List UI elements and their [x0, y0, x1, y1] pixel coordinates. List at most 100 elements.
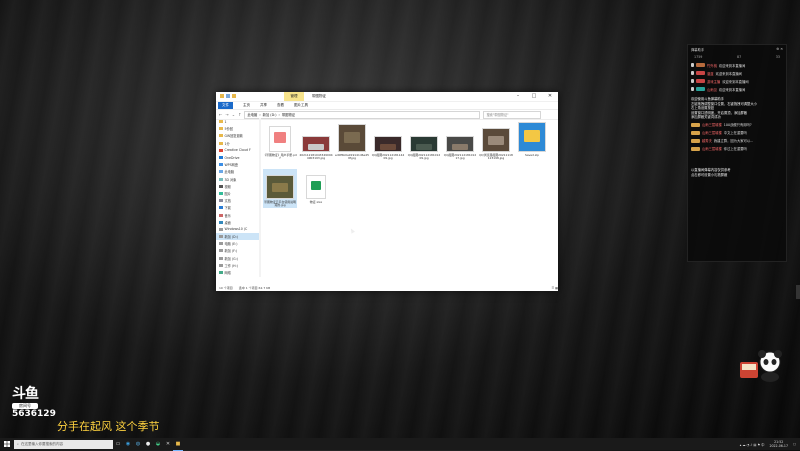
sidebar-item[interactable]: GW回复退款 — [216, 132, 260, 139]
sidebar-item-label: 文档 — [224, 199, 231, 204]
chat-username[interactable]: 游戏主播 — [707, 79, 720, 84]
close-icon[interactable]: ✕ — [780, 47, 783, 51]
checkmark-icon[interactable] — [226, 94, 230, 98]
navigation-pane[interactable]: 1 5份回 GW回复退款 1分 Creative Cloud F OneDrive WPS网… — [216, 118, 261, 277]
sidebar-item[interactable]: 下载 — [216, 204, 260, 211]
address-bar[interactable]: 此电脑 › 新加 (D:) › 带图物证 — [244, 110, 481, 119]
panda-mascot-icon — [740, 350, 782, 382]
crumb-drive[interactable]: 新加 (D:) — [263, 112, 277, 117]
chat-username[interactable]: 竹外桃 — [707, 63, 717, 68]
image-thumbnail — [482, 128, 510, 152]
sidebar-item[interactable]: 新加 (G:) — [216, 255, 260, 262]
address-bar-row: ← → ⌄ ↑ 此电脑 › 新加 (D:) › 带图物证 搜索"带图物证" — [216, 110, 558, 120]
sidebar-item[interactable]: 音乐 — [216, 211, 260, 218]
file-item[interactable]: 2021121810433490944903193.jpg — [299, 122, 333, 161]
sidebar-item[interactable]: Creative Cloud F — [216, 147, 260, 154]
file-explorer-taskbar-icon[interactable]: ■ — [173, 438, 183, 451]
file-item[interactable]: 带图物证云平台使用说明真的.jpg — [263, 169, 297, 208]
sidebar-item-label: 电脑 (E:) — [224, 242, 238, 247]
folder-icon[interactable] — [220, 94, 224, 98]
chat-username[interactable]: 山雨见 — [707, 87, 717, 92]
viewers-stat: 1759 — [694, 55, 703, 59]
search-input[interactable]: 搜索"带图物证" — [483, 110, 542, 119]
task-view-icon[interactable]: ▭ — [113, 438, 123, 450]
chrome-icon[interactable]: ◒ — [153, 438, 163, 450]
tab-view[interactable]: 查看 — [277, 103, 284, 108]
system-tray: ▴ ☁ ◔ ♪ ▤ ⚑ 中 21:52 2022-06-17 ▢ — [740, 438, 796, 450]
tray-icons[interactable]: ▴ ☁ ◔ ♪ ▤ ⚑ 中 — [740, 442, 765, 447]
close-button[interactable]: ✕ — [542, 92, 558, 101]
sidebar-item[interactable]: Windows10 (C — [216, 226, 260, 233]
edge-icon[interactable]: ◉ — [123, 438, 133, 450]
tab-home[interactable]: 主页 — [243, 103, 250, 108]
tab-file[interactable]: 文件 — [218, 102, 233, 109]
file-item[interactable]: 《带图物证》用户手册.pdf — [263, 122, 297, 161]
file-item[interactable]: QQ截图20211218101217.jpg — [443, 122, 477, 161]
drive-icon — [219, 256, 223, 260]
sidebar-item[interactable]: OneDrive — [216, 154, 260, 161]
file-list: 《带图物证》用户手册.pdf 2021121810433490944903193.… — [263, 122, 554, 272]
chat-username[interactable]: 越秀夫 — [702, 138, 712, 143]
chat-username[interactable]: 山雨三层城楼 — [702, 122, 722, 127]
network-icon — [219, 271, 223, 275]
app-icon[interactable]: ✕ — [163, 438, 173, 450]
file-item[interactable]: Saved.zip — [515, 122, 549, 157]
sidebar-item[interactable]: 新加 (F:) — [216, 247, 260, 254]
sidebar-item[interactable]: 3D 对象 — [216, 176, 260, 183]
notification-icon[interactable]: ▢ — [793, 442, 796, 446]
sidebar-item[interactable]: 新加 (D:) — [216, 233, 260, 241]
file-item[interactable]: ed0f6b0a919141d6e459f.jpg — [335, 122, 369, 161]
minimize-button[interactable]: – — [510, 92, 526, 101]
crumb-folder[interactable]: 带图物证 — [282, 112, 295, 117]
drive-icon — [219, 249, 223, 253]
forward-icon[interactable]: → — [225, 112, 228, 117]
chat-username[interactable]: 山雨三层城楼 — [702, 130, 722, 135]
right-edge-handle[interactable] — [796, 285, 800, 299]
maximize-button[interactable]: □ — [526, 92, 542, 101]
crumb-this-pc[interactable]: 此电脑 — [247, 112, 257, 117]
back-icon[interactable]: ← — [219, 112, 222, 117]
image-thumbnail — [410, 136, 438, 152]
up-icon[interactable]: ↑ — [238, 112, 241, 117]
details-view-icon[interactable]: ☰ — [551, 286, 554, 290]
sidebar-item[interactable]: WPS网盘 — [216, 161, 260, 168]
chat-text: 100战舰只有用吗? — [723, 123, 752, 128]
sidebar-item[interactable]: 视频 — [216, 183, 260, 190]
sidebar-item[interactable]: 图片 — [216, 190, 260, 197]
chat-username[interactable]: 湛蓝 — [707, 71, 714, 76]
start-button[interactable] — [0, 438, 14, 450]
folder-icon[interactable] — [232, 94, 236, 98]
taskbar: ⌕ 在这里输入你要搜索的内容 ▭ ◉ ◍ ● ◒ ✕ ■ ▴ ☁ ◔ ♪ ▤ ⚑… — [0, 438, 800, 451]
tab-picture-tools[interactable]: 图片工具 — [294, 103, 308, 108]
settings-icon[interactable]: ⚙ — [776, 47, 779, 51]
sidebar-item[interactable]: 1 — [216, 118, 260, 125]
qq-icon[interactable]: ● — [143, 438, 153, 450]
sidebar-item[interactable]: 桌面 — [216, 219, 260, 226]
sidebar-item[interactable]: 此电脑 — [216, 168, 260, 175]
clock[interactable]: 21:52 2022-06-17 — [769, 440, 788, 448]
large-icons-view-icon[interactable]: ▦ — [555, 286, 558, 290]
file-item[interactable]: QQ截图20211218101209.jpg — [407, 122, 441, 161]
sidebar-item[interactable]: 文档 — [216, 197, 260, 204]
sidebar-item[interactable]: 5份回 — [216, 125, 260, 132]
file-item[interactable]: QQ浏览器截图20211118123198.jpg — [479, 122, 513, 161]
taskbar-search[interactable]: ⌕ 在这里输入你要搜索的内容 — [14, 439, 113, 449]
sidebar-item[interactable]: 工作 (H:) — [216, 262, 260, 269]
file-item[interactable]: QQ截图20211218114409.jpg — [371, 122, 405, 161]
chevron-down-icon[interactable]: ⌄ — [232, 112, 235, 117]
sidebar-item[interactable]: 电脑 (E:) — [216, 240, 260, 247]
chat-username[interactable]: 山雨三层城楼 — [702, 146, 722, 151]
tab-share[interactable]: 共享 — [260, 103, 267, 108]
tab-manage[interactable]: 管理 — [284, 92, 304, 101]
sidebar-item-label: 1分 — [224, 141, 230, 146]
file-item[interactable]: 物证.xlsx — [299, 169, 333, 204]
chat-text: 我建立群，因为大家可以... — [713, 139, 754, 144]
sidebar-scrollbar[interactable] — [259, 118, 261, 277]
sidebar-item-label: 图片 — [224, 191, 231, 196]
browser-icon[interactable]: ◍ — [133, 438, 143, 450]
title-bar[interactable]: 管理 带图物证 – □ ✕ — [216, 92, 558, 102]
sidebar-item[interactable]: 1分 — [216, 140, 260, 147]
sidebar-item[interactable]: 网络 — [216, 269, 260, 276]
file-explorer-window[interactable]: 管理 带图物证 – □ ✕ 文件 主页 共享 查看 图片工具 ← → ⌄ ↑ 此… — [216, 92, 558, 291]
danmaku-panel[interactable]: 弹幕助手 ⚙ ✕ 1759 87 33 竹外桃 欢迎来到本直播间 湛蓝 欢迎来到本直播… — [687, 44, 787, 262]
